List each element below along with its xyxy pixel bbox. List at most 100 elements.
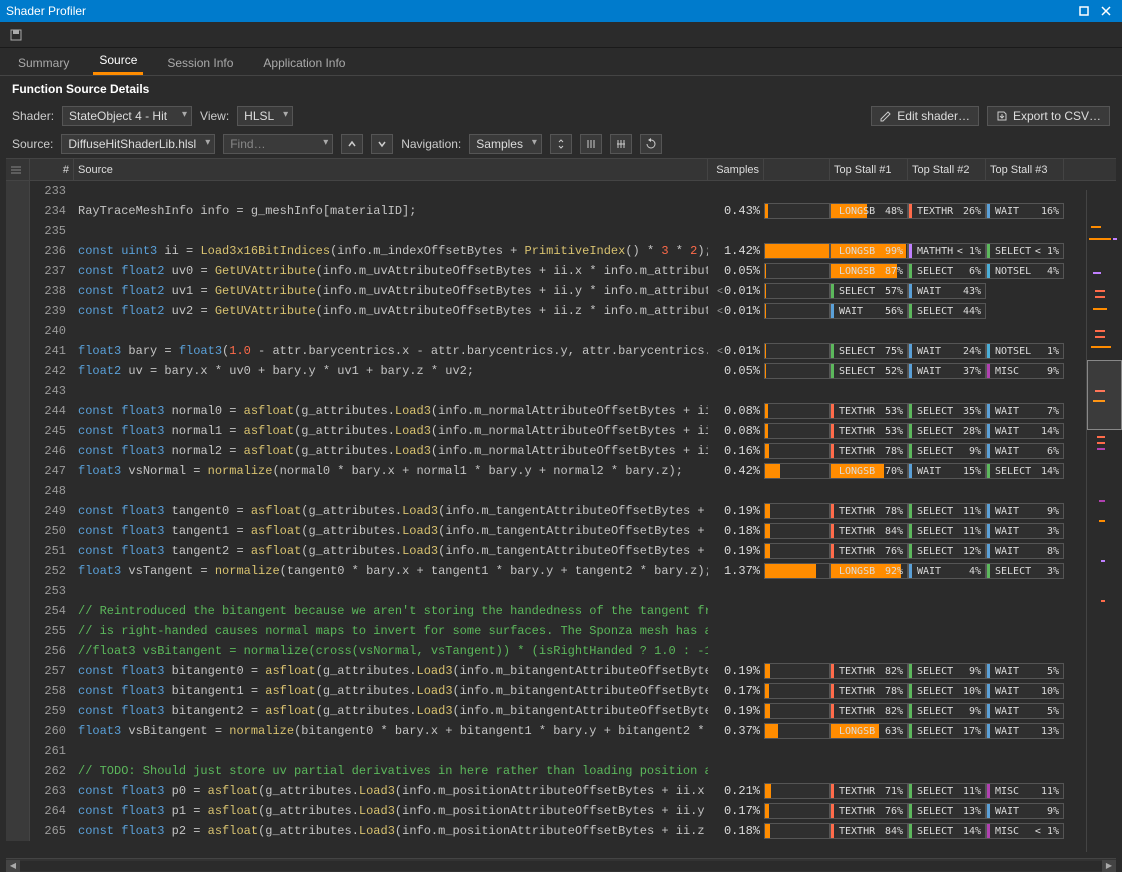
line-number: 234 xyxy=(30,204,74,218)
maximize-button[interactable] xyxy=(1074,3,1094,19)
stall-cell: WAIT 37% xyxy=(908,363,986,379)
col-line-number[interactable]: # xyxy=(30,159,74,180)
source-code: const float3 bitangent2 = asfloat(g_attr… xyxy=(74,704,708,718)
table-row[interactable]: 247 float3 vsNormal = normalize(normal0 … xyxy=(6,461,1116,481)
nav-up-down-button[interactable] xyxy=(550,134,572,154)
table-row[interactable]: 256 //float3 vsBitangent = normalize(cro… xyxy=(6,641,1116,661)
stall-cell: SELECT 13% xyxy=(908,803,986,819)
table-row[interactable]: 234 RayTraceMeshInfo info = g_meshInfo[m… xyxy=(6,201,1116,221)
source-code: const float3 p2 = asfloat(g_attributes.L… xyxy=(74,824,708,838)
stall-cell: SELECT 17% xyxy=(908,723,986,739)
stall-cell: SELECT 3% xyxy=(986,563,1064,579)
stall-cell: TEXTHR 84% xyxy=(830,823,908,839)
table-row[interactable]: 243 xyxy=(6,381,1116,401)
tab-application-info[interactable]: Application Info xyxy=(257,50,351,75)
scroll-track[interactable] xyxy=(20,861,1102,871)
close-button[interactable] xyxy=(1096,3,1116,19)
table-row[interactable]: 263 const float3 p0 = asfloat(g_attribut… xyxy=(6,781,1116,801)
samples-value: 0.18% xyxy=(708,824,764,838)
table-row[interactable]: 257 const float3 bitangent0 = asfloat(g_… xyxy=(6,661,1116,681)
save-icon[interactable] xyxy=(6,25,26,45)
table-row[interactable]: 237 const float2 uv0 = GetUVAttribute(in… xyxy=(6,261,1116,281)
tab-session-info[interactable]: Session Info xyxy=(161,50,239,75)
view-combo[interactable]: HLSL xyxy=(237,106,293,126)
table-row[interactable]: 248 xyxy=(6,481,1116,501)
minimap-mark xyxy=(1101,560,1105,562)
table-row[interactable]: 249 const float3 tangent0 = asfloat(g_at… xyxy=(6,501,1116,521)
export-csv-button[interactable]: Export to CSV… xyxy=(987,106,1110,126)
source-code: float3 vsBitangent = normalize(bitangent… xyxy=(74,724,708,738)
scroll-right-arrow[interactable]: ▶ xyxy=(1102,860,1116,872)
table-row[interactable]: 260 float3 vsBitangent = normalize(bitan… xyxy=(6,721,1116,741)
find-prev-button[interactable] xyxy=(341,134,363,154)
samples-bar xyxy=(764,443,830,459)
table-row[interactable]: 253 xyxy=(6,581,1116,601)
table-row[interactable]: 250 const float3 tangent1 = asfloat(g_at… xyxy=(6,521,1116,541)
shader-combo[interactable]: StateObject 4 - Hit xyxy=(62,106,192,126)
minimap[interactable] xyxy=(1086,190,1122,852)
table-row[interactable]: 265 const float3 p2 = asfloat(g_attribut… xyxy=(6,821,1116,841)
table-row[interactable]: 246 const float3 normal2 = asfloat(g_att… xyxy=(6,441,1116,461)
icon-bar xyxy=(0,22,1122,48)
table-row[interactable]: 240 xyxy=(6,321,1116,341)
stall-cell: SELECT < 1% xyxy=(986,243,1064,259)
table-row[interactable]: 264 const float3 p1 = asfloat(g_attribut… xyxy=(6,801,1116,821)
table-row[interactable]: 262 // TODO: Should just store uv partia… xyxy=(6,761,1116,781)
col-source[interactable]: Source xyxy=(74,159,708,180)
scroll-left-arrow[interactable]: ◀ xyxy=(6,860,20,872)
table-row[interactable]: 258 const float3 bitangent1 = asfloat(g_… xyxy=(6,681,1116,701)
table-row[interactable]: 255 // is right-handed causes normal map… xyxy=(6,621,1116,641)
horizontal-scrollbar[interactable]: ◀ ▶ xyxy=(6,858,1116,872)
tab-summary[interactable]: Summary xyxy=(12,50,75,75)
row-gutter xyxy=(6,621,30,641)
nav-columns-1-button[interactable] xyxy=(580,134,602,154)
table-row[interactable]: 254 // Reintroduced the bitangent becaus… xyxy=(6,601,1116,621)
line-number: 238 xyxy=(30,284,74,298)
source-code: const float3 normal1 = asfloat(g_attribu… xyxy=(74,424,708,438)
minimap-mark xyxy=(1095,296,1105,298)
row-gutter xyxy=(6,821,30,841)
stall-cell: SELECT 9% xyxy=(908,703,986,719)
col-samples[interactable]: Samples xyxy=(708,159,764,180)
find-input[interactable]: Find… xyxy=(223,134,333,154)
col-stall-3[interactable]: Top Stall #3 xyxy=(986,159,1064,180)
table-row[interactable]: 239 const float2 uv2 = GetUVAttribute(in… xyxy=(6,301,1116,321)
table-row[interactable]: 252 float3 vsTangent = normalize(tangent… xyxy=(6,561,1116,581)
table-row[interactable]: 233 xyxy=(6,181,1116,201)
col-gutter[interactable] xyxy=(6,159,30,180)
stall-cell: WAIT 16% xyxy=(986,203,1064,219)
row-gutter xyxy=(6,341,30,361)
minimap-mark xyxy=(1091,226,1101,228)
table-row[interactable]: 259 const float3 bitangent2 = asfloat(g_… xyxy=(6,701,1116,721)
minimap-viewport[interactable] xyxy=(1087,360,1122,430)
navigation-label: Navigation: xyxy=(401,137,461,151)
find-next-button[interactable] xyxy=(371,134,393,154)
minimap-mark xyxy=(1099,520,1105,522)
table-row[interactable]: 244 const float3 normal0 = asfloat(g_att… xyxy=(6,401,1116,421)
col-samples-bar[interactable] xyxy=(764,159,830,180)
tab-source[interactable]: Source xyxy=(93,47,143,75)
navigation-combo[interactable]: Samples xyxy=(469,134,542,154)
table-row[interactable]: 238 const float2 uv1 = GetUVAttribute(in… xyxy=(6,281,1116,301)
samples-bar xyxy=(764,303,830,319)
col-stall-2[interactable]: Top Stall #2 xyxy=(908,159,986,180)
samples-value: 0.19% xyxy=(708,664,764,678)
nav-refresh-button[interactable] xyxy=(640,134,662,154)
col-stall-1[interactable]: Top Stall #1 xyxy=(830,159,908,180)
table-row[interactable]: 236 const uint3 ii = Load3x16BitIndices(… xyxy=(6,241,1116,261)
stall-cell: TEXTHR 53% xyxy=(830,423,908,439)
table-row[interactable]: 235 xyxy=(6,221,1116,241)
table-row[interactable]: 245 const float3 normal1 = asfloat(g_att… xyxy=(6,421,1116,441)
nav-columns-2-button[interactable] xyxy=(610,134,632,154)
row-gutter xyxy=(6,641,30,661)
edit-shader-button[interactable]: Edit shader… xyxy=(871,106,979,126)
source-file-combo[interactable]: DiffuseHitShaderLib.hlsl xyxy=(61,134,215,154)
table-row[interactable]: 261 xyxy=(6,741,1116,761)
table-row[interactable]: 241 float3 bary = float3(1.0 - attr.bary… xyxy=(6,341,1116,361)
line-number: 233 xyxy=(30,184,74,198)
line-number: 242 xyxy=(30,364,74,378)
find-placeholder: Find… xyxy=(230,137,265,151)
table-row[interactable]: 242 float2 uv = bary.x * uv0 + bary.y * … xyxy=(6,361,1116,381)
table-row[interactable]: 251 const float3 tangent2 = asfloat(g_at… xyxy=(6,541,1116,561)
source-code: // Reintroduced the bitangent because we… xyxy=(74,604,708,618)
